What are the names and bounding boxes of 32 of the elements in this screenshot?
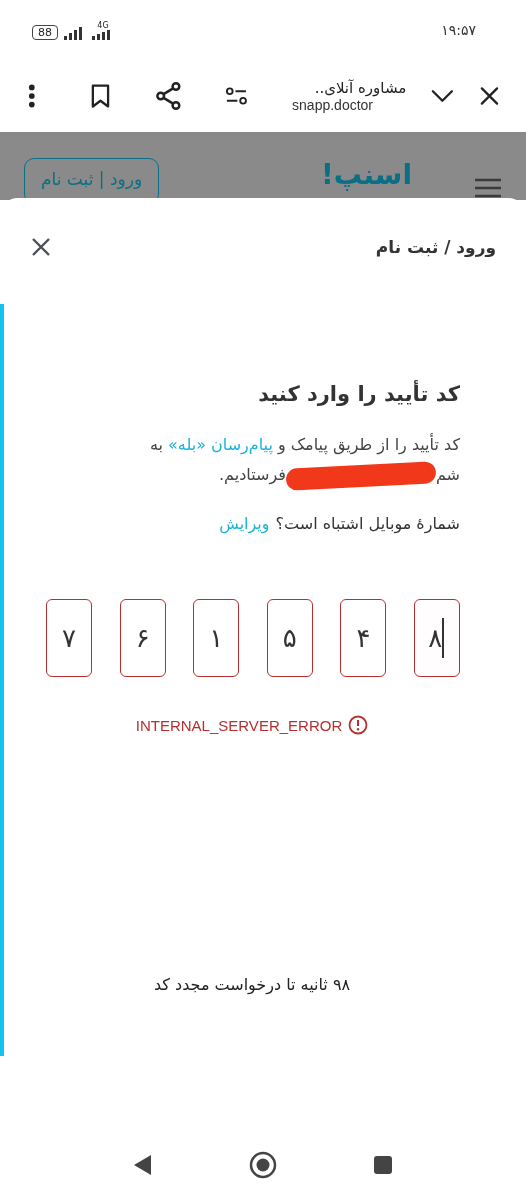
battery-icon: 88 [32,24,58,40]
site-logo: اسنپ! [321,158,412,191]
clock-time: ۱۹:۵۷ [441,22,476,38]
bookmark-icon[interactable] [89,83,111,109]
heading: کد تأیید را وارد کنید [257,382,460,406]
code-input[interactable]: ۶ [119,599,166,677]
chevron-down-icon[interactable] [430,88,456,104]
network-type-label: 4G [97,20,109,30]
more-options-icon[interactable] [28,84,36,108]
message-text: کد تأیید را از طریق پیامک و [276,435,460,454]
share-icon[interactable] [154,81,182,111]
error-message: INTERNAL_SERVER_ERROR [135,716,343,734]
code-input[interactable]: ۸ [414,599,460,677]
wrong-number-text: شمارهٔ موبایل اشتباه است؟ [275,514,460,533]
close-icon[interactable] [30,236,52,258]
sheet-title: ورود / ثبت نام [375,237,496,257]
settings-sliders-icon[interactable] [225,86,249,106]
code-input[interactable]: ۱ [193,599,240,677]
recent-apps-icon[interactable] [373,1155,393,1175]
message-text: شم [435,465,460,484]
close-icon[interactable] [479,85,500,107]
message-text: فرستادیم. [219,465,286,484]
resend-countdown: ۹۸ ثانیه تا درخواست مجدد کد [152,975,352,994]
code-input[interactable]: ۵ [266,599,313,677]
message-text: به [149,435,164,454]
alert-icon [348,715,369,735]
code-input[interactable]: ۷ [46,599,93,677]
back-icon[interactable] [133,1154,153,1176]
page-title: مشاوره آنلای.. [314,79,407,97]
code-input[interactable]: ۴ [340,599,387,677]
page-url: snapp.doctor [292,97,374,113]
home-icon[interactable] [249,1151,277,1179]
